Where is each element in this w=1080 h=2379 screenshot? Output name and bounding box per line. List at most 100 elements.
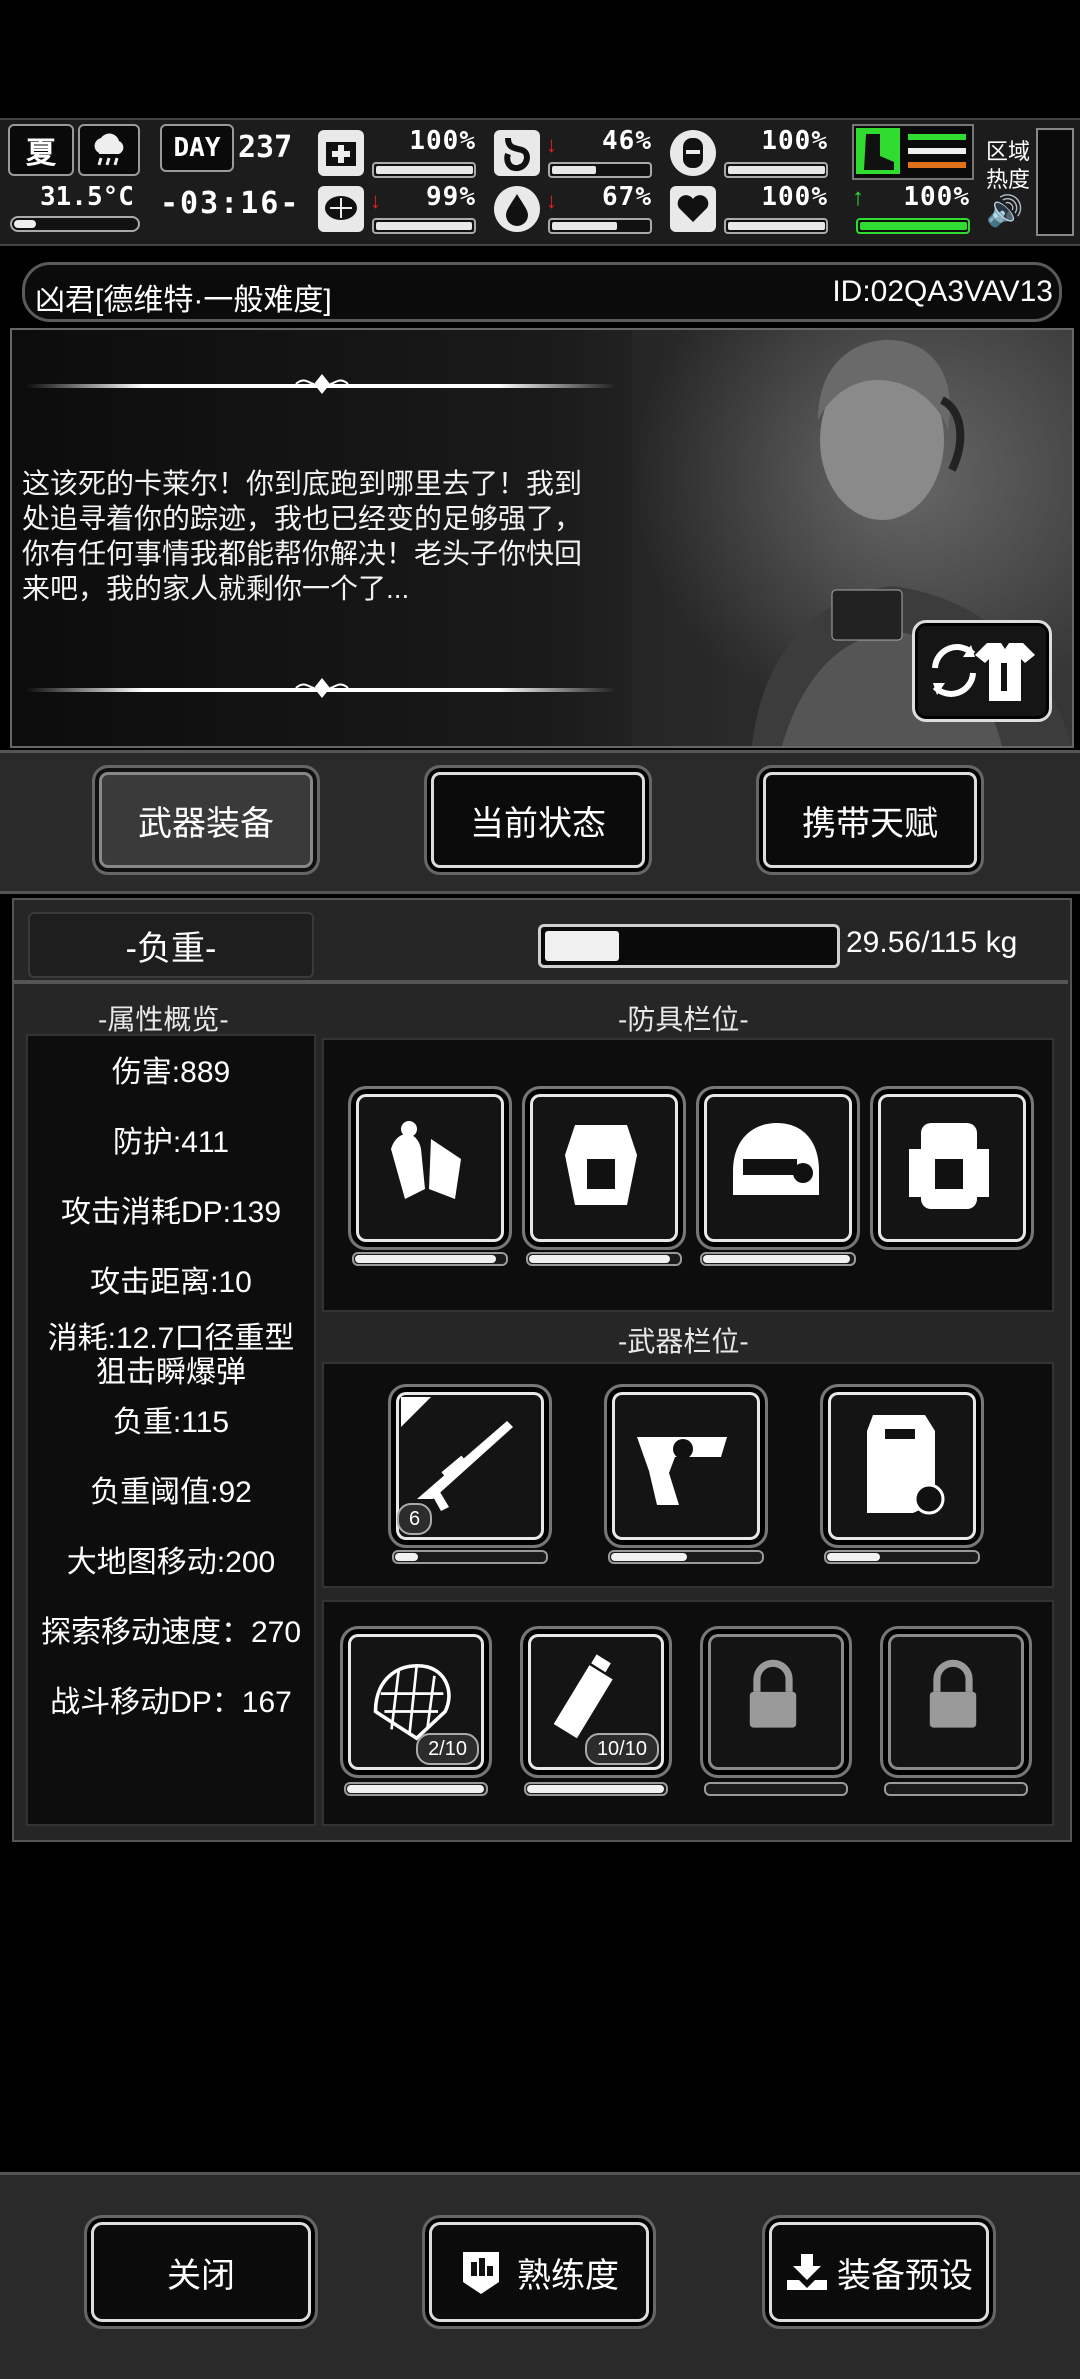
region-heat-label-2: 热度 xyxy=(986,167,1031,192)
day-label: DAY xyxy=(173,133,221,163)
tab-current-status[interactable]: 当前状态 xyxy=(424,765,652,875)
heart-bar xyxy=(724,218,828,234)
day-badge: DAY xyxy=(160,124,234,172)
weapon-durability-2 xyxy=(608,1550,764,1564)
thirst-stat: ↓ 67% xyxy=(494,182,652,238)
attr-load-threshold: 负重阈值:92 xyxy=(90,1476,252,1509)
item-durability-1 xyxy=(344,1782,488,1796)
weapon-slot-revolver[interactable] xyxy=(604,1384,768,1548)
bottom-bar: 关闭 熟练度 装备预设 xyxy=(0,2172,1080,2379)
day-number: 237 xyxy=(238,130,293,165)
game-time: -03:16- xyxy=(160,186,301,221)
attr-attack-range: 攻击距离:10 xyxy=(90,1266,252,1299)
armor-durability-2 xyxy=(526,1252,682,1266)
heart-stat: 100% xyxy=(670,182,828,238)
weather-icon xyxy=(78,124,140,176)
tab-weapon-equipment[interactable]: 武器装备 xyxy=(92,765,320,875)
net-count-badge: 2/10 xyxy=(416,1733,479,1765)
temperature-gauge xyxy=(10,216,140,232)
attr-protection: 防护:411 xyxy=(112,1126,230,1159)
sanity-value: 99% xyxy=(426,182,476,212)
proficiency-button[interactable]: 熟练度 xyxy=(422,2215,656,2329)
proficiency-icon xyxy=(463,2252,499,2294)
brain-icon xyxy=(318,186,364,232)
armor-durability-1 xyxy=(352,1252,508,1266)
attr-combat-move-dp: 战斗移动DP：167 xyxy=(50,1686,292,1719)
ornament-top-icon xyxy=(295,374,349,394)
attributes-header: -属性概览- xyxy=(98,1004,229,1035)
armor-slots-panel xyxy=(322,1038,1054,1312)
season-indicator: 夏 xyxy=(8,124,74,176)
sanity-bar xyxy=(372,218,476,234)
ornament-bottom-icon xyxy=(295,678,349,698)
ammo-count-badge: 6 xyxy=(397,1503,433,1535)
item-slot-canister[interactable]: 10/10 xyxy=(520,1626,672,1778)
lock-icon xyxy=(749,1659,797,1728)
sanity-stat: ↓ 99% xyxy=(318,182,476,238)
swap-outfit-icon xyxy=(932,643,1035,701)
season-label: 夏 xyxy=(26,136,56,171)
shield-badge-icon xyxy=(670,130,716,176)
hunger-bar xyxy=(548,162,652,178)
thirst-value: 67% xyxy=(602,182,652,212)
region-heat-meter xyxy=(1036,128,1074,236)
story-text: 这该死的卡莱尔！你到底跑到哪里去了！我到处追寻着你的踪迹，我也已经变的足够强了，… xyxy=(22,468,583,604)
attr-damage: 伤害:889 xyxy=(111,1056,231,1089)
temperature-readout: 31.5°C xyxy=(40,182,134,212)
medkit-icon xyxy=(318,130,364,176)
close-button[interactable]: 关闭 xyxy=(84,2215,318,2329)
heart-icon xyxy=(670,186,716,232)
divider xyxy=(12,980,1068,984)
stomach-icon xyxy=(494,130,540,176)
lock-icon xyxy=(929,1659,977,1728)
armor-value: 100% xyxy=(761,126,828,156)
equipment-preset-button[interactable]: 装备预设 xyxy=(762,2215,996,2329)
character-id: ID:02QA3VAV13 xyxy=(832,275,1053,308)
stamina-up-arrow-icon: ↑ xyxy=(852,184,864,211)
armor-slot-gloves[interactable] xyxy=(348,1086,512,1250)
character-title-bar: 凶君[德维特·一般难度] ID:02QA3VAV13 xyxy=(22,262,1062,322)
stamina-stat: ↑ 100% xyxy=(852,182,970,238)
item-slot-locked-2[interactable] xyxy=(880,1626,1032,1778)
helmet-icon xyxy=(733,1123,819,1195)
health-value: 100% xyxy=(409,126,476,156)
hunger-down-arrow-icon: ↓ xyxy=(546,132,557,157)
backpack-icon xyxy=(909,1123,989,1209)
armor-vest-icon xyxy=(565,1125,637,1205)
thirst-down-arrow-icon: ↓ xyxy=(546,188,557,213)
weapon-slot-shield[interactable] xyxy=(820,1384,984,1548)
story-panel: 这该死的卡莱尔！你到底跑到哪里去了！我到处追寻着你的踪迹，我也已经变的足够强了，… xyxy=(10,328,1074,748)
item-slot-net[interactable]: 2/10 xyxy=(340,1626,492,1778)
preset-download-icon xyxy=(787,2254,827,2290)
armor-slot-helmet[interactable] xyxy=(696,1086,860,1250)
item-slots-panel: 2/10 10/10 xyxy=(322,1600,1054,1826)
speaker-icon[interactable]: 🔊 xyxy=(986,194,1023,229)
hunger-stat: ↓ 46% xyxy=(494,126,652,182)
attributes-panel: 伤害:889 防护:411 攻击消耗DP:139 攻击距离:10 消耗:12.7… xyxy=(26,1034,316,1826)
weapon-slots-header: -武器栏位- xyxy=(618,1326,749,1357)
sanity-down-arrow-icon: ↓ xyxy=(370,188,381,213)
attr-map-move: 大地图移动:200 xyxy=(66,1546,276,1579)
tab-talents[interactable]: 携带天赋 xyxy=(756,765,984,875)
weapon-durability-3 xyxy=(824,1550,980,1564)
thirst-bar xyxy=(548,218,652,234)
weapon-slots-panel: 6 xyxy=(322,1362,1054,1588)
character-name: 凶君[德维特·一般难度] xyxy=(35,284,332,317)
item-durability-3 xyxy=(704,1782,848,1796)
armor-slots-header: -防具栏位- xyxy=(618,1004,749,1035)
load-bar xyxy=(538,924,840,968)
item-slot-locked-1[interactable] xyxy=(700,1626,852,1778)
health-bar xyxy=(372,162,476,178)
stamina-bar xyxy=(856,218,970,234)
armor-slot-vest[interactable] xyxy=(522,1086,686,1250)
armor-stat: 100% xyxy=(670,126,828,182)
armor-durability-3 xyxy=(700,1252,856,1266)
riot-shield-icon xyxy=(867,1415,945,1515)
weapon-slot-sniper[interactable]: 6 xyxy=(388,1384,552,1548)
attr-attack-dp: 攻击消耗DP:139 xyxy=(60,1196,282,1229)
status-hud: 夏 31.5°C DAY 237 -03:16- 100% ↓ 46% 100%… xyxy=(0,118,1080,246)
tab-bar: 武器装备 当前状态 携带天赋 xyxy=(0,750,1080,894)
armor-slot-backpack[interactable] xyxy=(870,1086,1034,1250)
change-outfit-button[interactable] xyxy=(912,620,1052,722)
attr-ammo-line1: 消耗:12.7口径重型 xyxy=(47,1322,295,1355)
